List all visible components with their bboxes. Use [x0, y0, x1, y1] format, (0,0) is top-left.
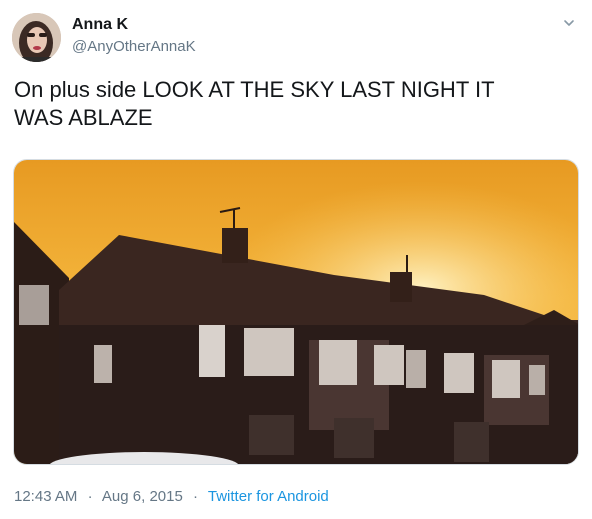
avatar[interactable]	[12, 13, 61, 62]
tweet-source-link[interactable]: Twitter for Android	[208, 488, 329, 505]
tweet-date[interactable]: Aug 6, 2015	[102, 488, 183, 505]
sunset-rooftops-image	[14, 160, 578, 464]
user-handle[interactable]: @AnyOtherAnnaK	[72, 38, 196, 55]
tweet-card: Anna K @AnyOtherAnnaK On plus side LOOK …	[0, 0, 592, 519]
avatar-photo	[12, 13, 61, 62]
meta-separator: ·	[192, 488, 198, 505]
tweet-meta: 12:43 AM · Aug 6, 2015 · Twitter for And…	[14, 488, 329, 505]
tweet-text: On plus side LOOK AT THE SKY LAST NIGHT …	[14, 76, 574, 132]
tweet-text-line-1: On plus side LOOK AT THE SKY LAST NIGHT …	[14, 77, 495, 102]
tweet-photo[interactable]	[13, 159, 579, 465]
chevron-down-icon[interactable]	[560, 14, 578, 32]
meta-separator: ·	[87, 488, 93, 505]
tweet-text-line-2: WAS ABLAZE	[14, 105, 153, 130]
user-display-name[interactable]: Anna K	[72, 16, 128, 34]
tweet-time[interactable]: 12:43 AM	[14, 488, 77, 505]
